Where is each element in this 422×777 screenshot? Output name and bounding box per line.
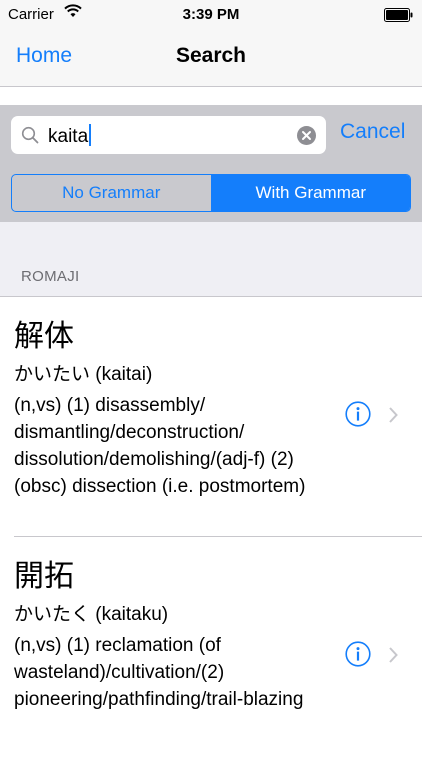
clock: 3:39 PM xyxy=(182,6,240,23)
status-bar: Carrier 3:39 PM xyxy=(0,0,422,30)
chevron-right-icon xyxy=(388,407,398,428)
list-item[interactable]: 開拓 かいたく (kaitaku) (n,vs) (1) reclamation… xyxy=(0,537,422,777)
segment-no-grammar[interactable]: No Grammar xyxy=(12,175,212,211)
search-bar-container: kaita Cancel No Grammar With Grammar xyxy=(0,105,422,222)
clear-icon[interactable] xyxy=(297,126,316,150)
info-icon[interactable] xyxy=(345,641,371,672)
page-title: Search xyxy=(175,44,247,67)
result-kanji: 解体 xyxy=(14,320,74,353)
search-icon xyxy=(21,126,39,149)
chevron-right-icon xyxy=(388,647,398,668)
section-header: ROMAJI xyxy=(0,222,422,297)
section-header-label: ROMAJI xyxy=(21,268,80,285)
cancel-button[interactable]: Cancel xyxy=(340,120,405,144)
search-input[interactable]: kaita xyxy=(11,116,326,154)
text-caret xyxy=(89,124,92,146)
result-reading: かいたい (kaitai) xyxy=(14,364,153,385)
grammar-segmented-control: No Grammar With Grammar xyxy=(11,174,411,212)
segment-with-grammar[interactable]: With Grammar xyxy=(211,175,410,211)
info-icon[interactable] xyxy=(345,401,371,432)
result-definition: (n,vs) (1) reclamation (of wasteland)/cu… xyxy=(14,635,304,710)
result-kanji: 開拓 xyxy=(14,560,74,593)
result-reading: かいたく (kaitaku) xyxy=(14,604,169,625)
list-item[interactable]: 解体 かいたい (kaitai) (n,vs) (1) disassembly/… xyxy=(0,297,422,537)
search-query-value[interactable]: kaita xyxy=(48,126,88,147)
battery-icon xyxy=(384,8,414,26)
search-query-text[interactable]: kaita xyxy=(48,124,92,148)
result-definition: (n,vs) (1) disassembly/ dismantling/deco… xyxy=(14,395,306,497)
results-list: 解体 かいたい (kaitai) (n,vs) (1) disassembly/… xyxy=(0,297,422,777)
navigation-bar: Home Search xyxy=(0,30,422,87)
